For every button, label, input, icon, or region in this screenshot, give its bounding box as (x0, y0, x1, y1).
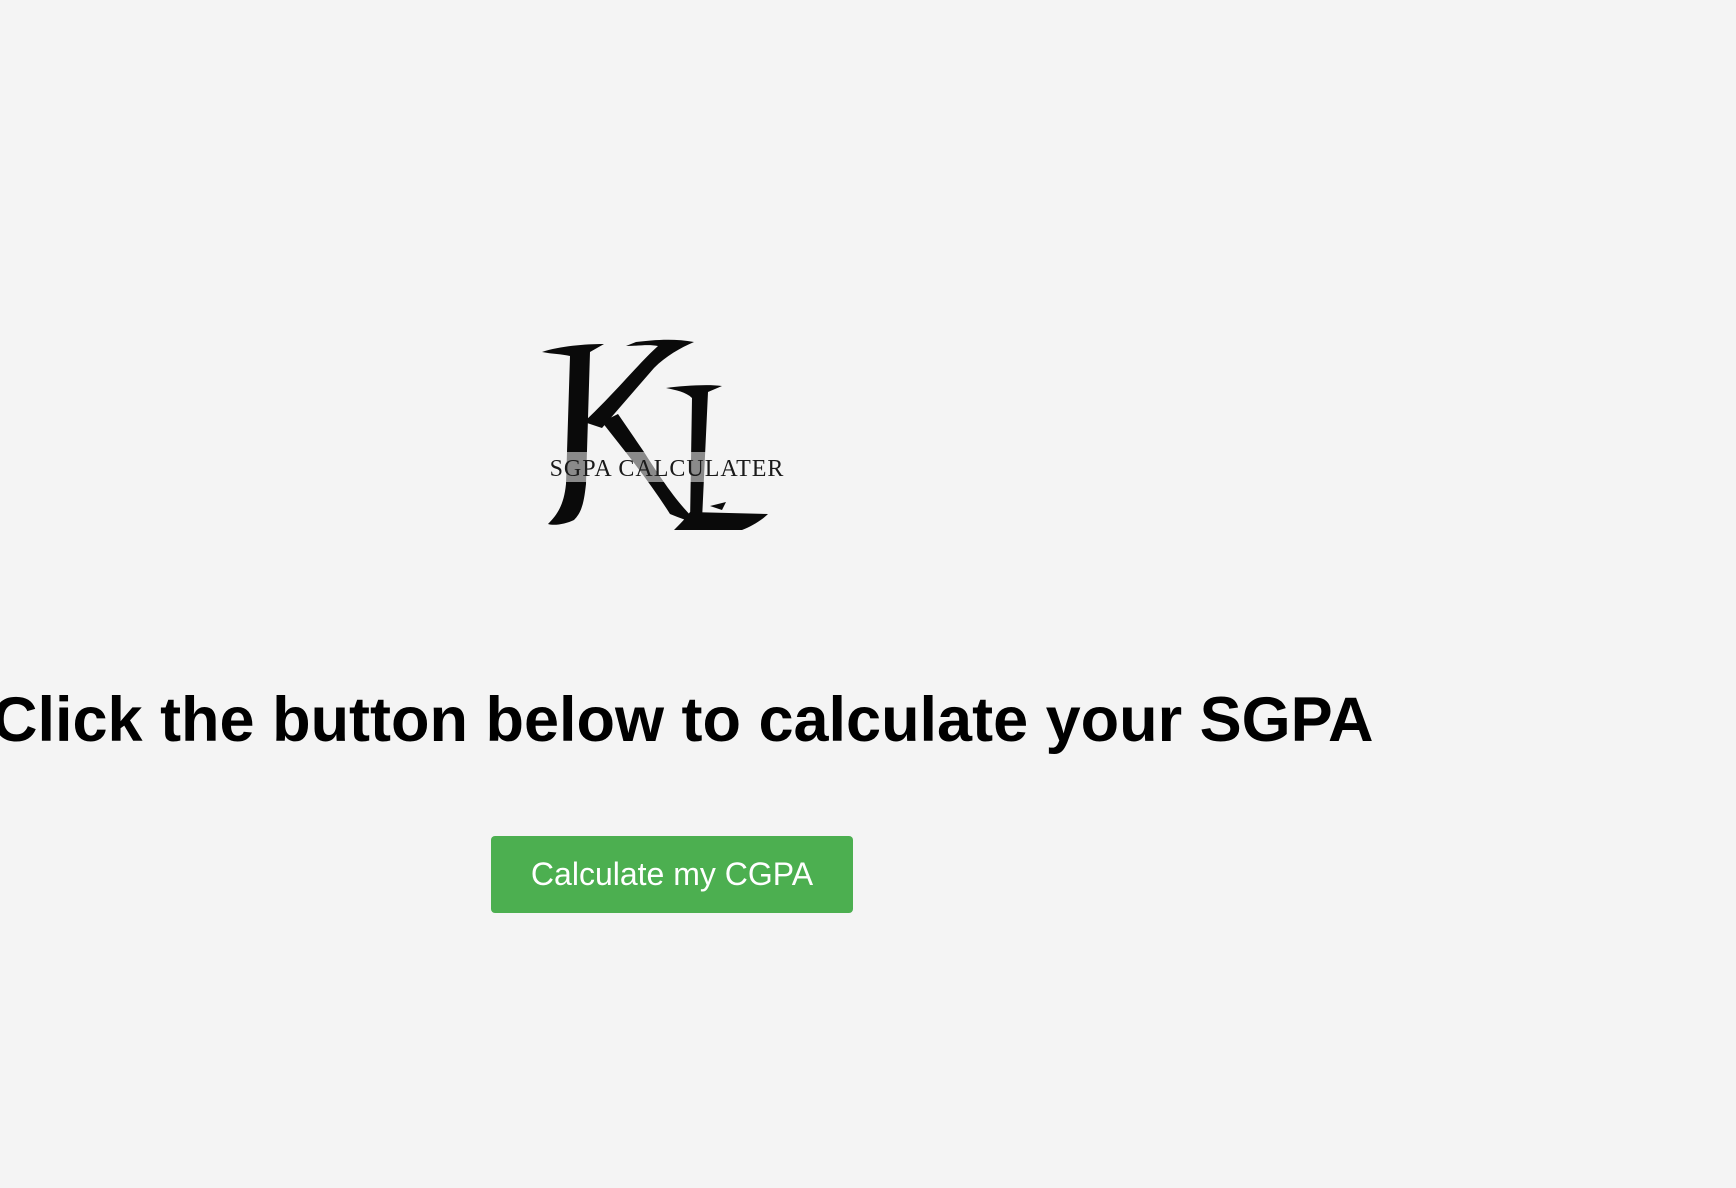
calculate-cgpa-button[interactable]: Calculate my CGPA (491, 836, 853, 913)
kl-logo: SGPA CALCULATER (540, 334, 790, 534)
page-headline: Click the button below to calculate your… (0, 685, 1374, 755)
page: SGPA CALCULATER Click the button below t… (0, 0, 1736, 1188)
logo-caption: SGPA CALCULATER (550, 456, 785, 482)
